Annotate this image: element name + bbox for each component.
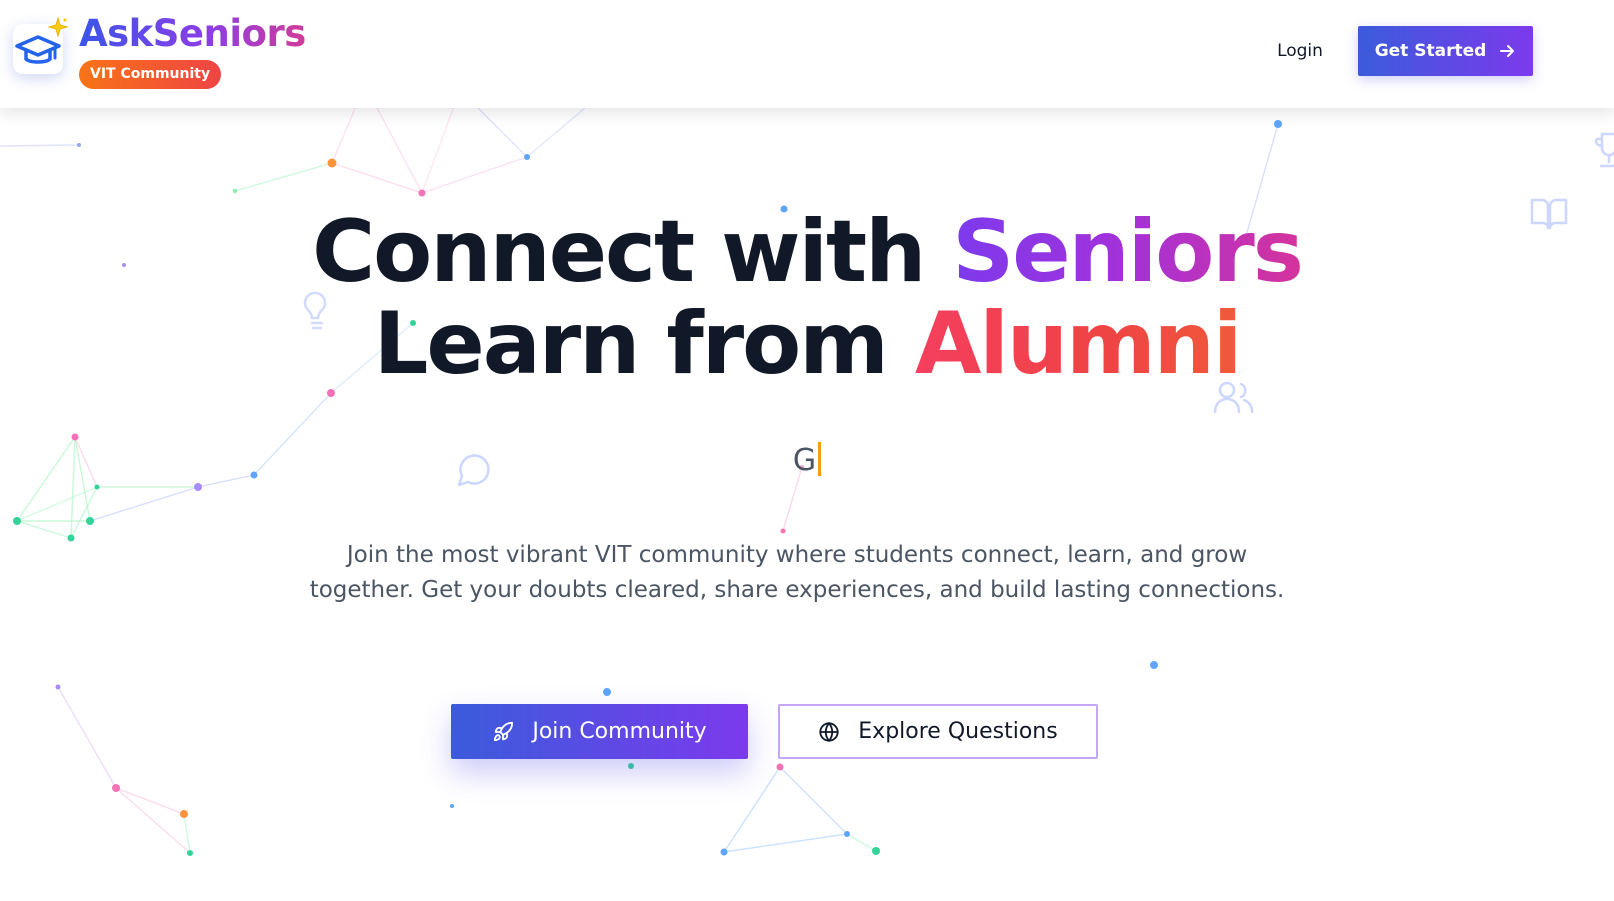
top-navbar: AskSeniors VIT Community Login Get Start… (0, 0, 1614, 108)
hero-subtitle: Join the most vibrant VIT community wher… (309, 542, 1285, 603)
logo[interactable] (13, 16, 69, 74)
get-started-button[interactable]: Get Started (1358, 26, 1533, 76)
trophy-icon (1594, 132, 1614, 168)
globe-icon (819, 721, 839, 742)
typing-value: G (792, 443, 817, 478)
community-badge: VIT Community (79, 60, 222, 89)
hero-headline-line2: Learn from Alumni (0, 294, 1614, 394)
join-community-label: Join Community (532, 719, 707, 744)
headline-text: Connect with (312, 202, 953, 302)
typing-caret (818, 441, 822, 476)
headline-accent-alumni: Alumni (914, 294, 1243, 394)
explore-questions-label: Explore Questions (858, 719, 1058, 744)
landing-page: AskSeniors VIT Community Login Get Start… (0, 0, 1614, 901)
headline-text: Learn from (373, 294, 915, 394)
sparkle-icon (47, 16, 69, 38)
headline-accent-seniors: Seniors (952, 202, 1304, 302)
typing-text: G (0, 441, 1614, 481)
brand-name[interactable]: AskSeniors (79, 12, 306, 56)
join-community-button[interactable]: Join Community (451, 704, 748, 759)
explore-questions-button[interactable]: Explore Questions (778, 704, 1098, 759)
get-started-label: Get Started (1374, 41, 1487, 61)
rocket-icon (494, 721, 514, 741)
hero-headline-line1: Connect with Seniors (0, 202, 1614, 302)
login-link[interactable]: Login (1272, 38, 1328, 64)
arrow-right-icon (1500, 45, 1515, 57)
